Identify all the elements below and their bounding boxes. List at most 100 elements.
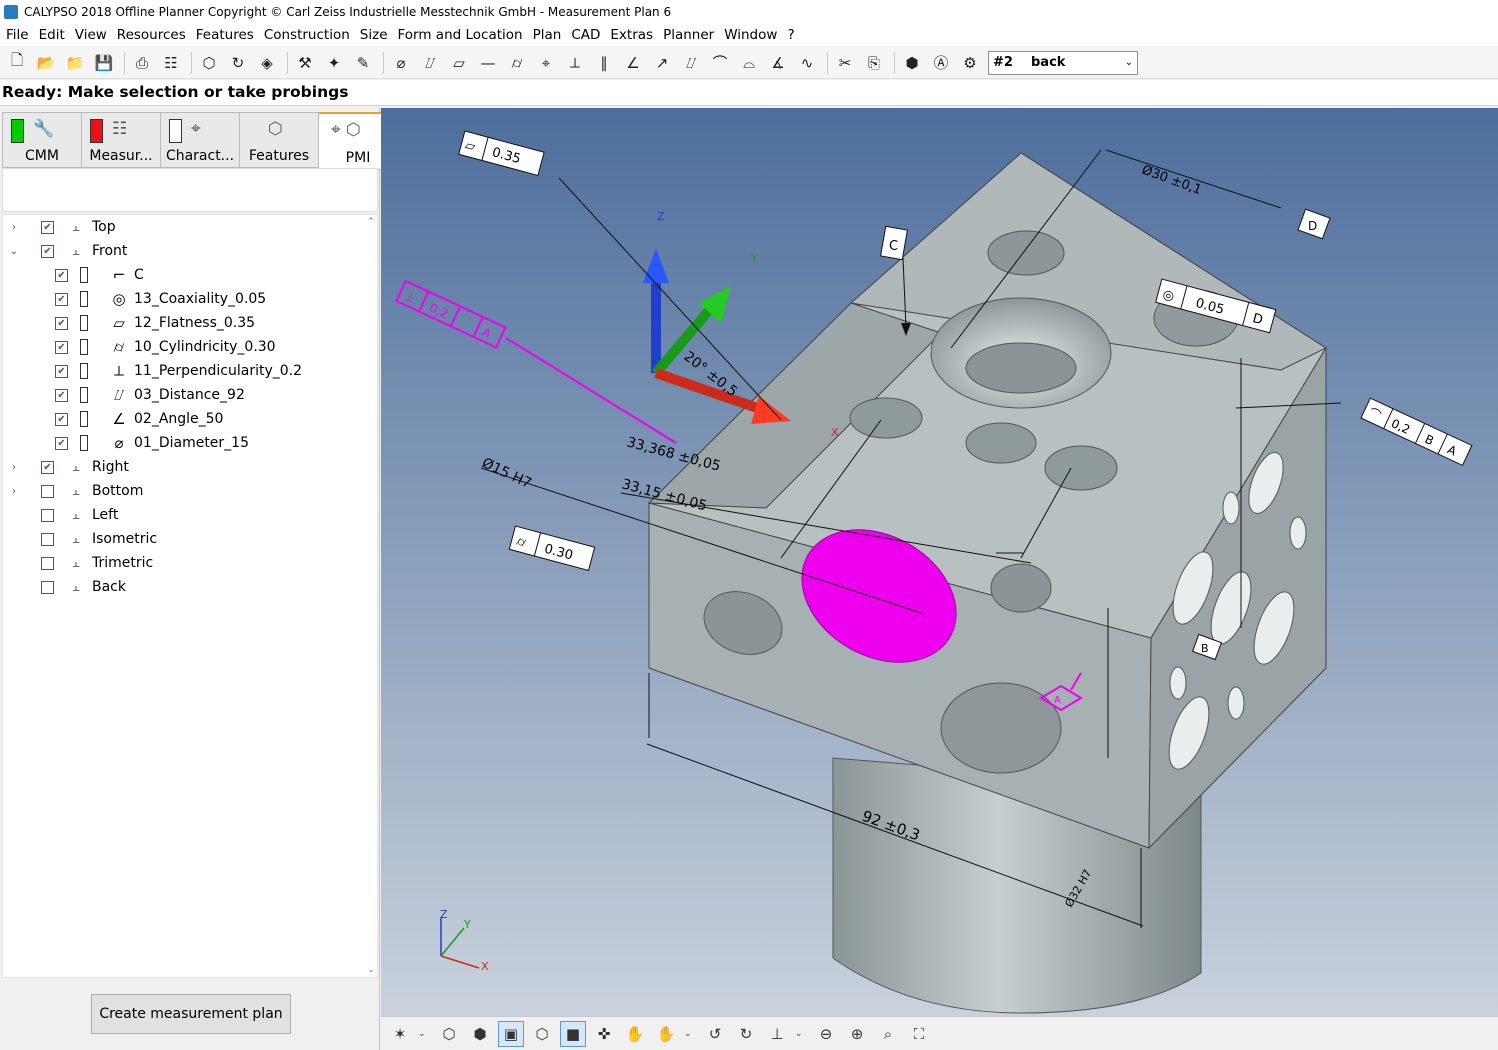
tree-scrollbar[interactable]: ⌃ ⌄ [365, 215, 377, 977]
open-recent-icon[interactable]: 📁 [64, 51, 86, 75]
feature-edit-icon[interactable]: ✎ [352, 51, 374, 75]
straightness-icon[interactable]: — [477, 51, 499, 75]
diameter-icon[interactable]: ⌀ [390, 51, 412, 75]
view-select[interactable]: #2 back ⌄ [988, 50, 1138, 75]
cylindricity-icon[interactable]: ⌭ [506, 51, 528, 75]
tree-child-coaxiality[interactable]: ✔ ◎ 13_Coaxiality_0.05 [3, 287, 266, 311]
shaded-mode-icon[interactable]: ▣ [498, 1020, 524, 1047]
curve-icon[interactable]: ∿ [796, 51, 818, 75]
tab-measurement[interactable]: ☷ Measur... [81, 112, 161, 168]
cad-add-icon[interactable]: ↻ [227, 51, 249, 75]
view-checkbox[interactable] [41, 580, 54, 594]
rotate-left-icon[interactable]: ↺ [702, 1021, 728, 1047]
zoom-fit-icon[interactable]: ⛶ [906, 1021, 932, 1047]
probe-icon[interactable]: ⚒ [294, 51, 316, 75]
rotate-right-icon[interactable]: ↻ [733, 1021, 759, 1047]
zoom-window-icon[interactable]: ⌕ [875, 1021, 901, 1047]
position-icon[interactable]: ⌖ [535, 51, 557, 75]
total-runout-icon[interactable]: ⌰ [680, 51, 702, 75]
pan-icon[interactable]: ✜ [591, 1021, 617, 1047]
chevron-down-icon[interactable]: ⌄ [1121, 57, 1137, 68]
flatness-icon[interactable]: ▱ [448, 51, 470, 75]
menu-features[interactable]: Features [192, 27, 260, 43]
view-checkbox[interactable] [41, 532, 54, 546]
tree-child-angle[interactable]: ✔ ∠ 02_Angle_50 [3, 407, 223, 431]
solid-mode-icon[interactable]: ■ [560, 1020, 586, 1047]
axis-view-icon[interactable]: ⊥ [764, 1021, 790, 1047]
tree-node-trimetric[interactable]: ⫠ Trimetric [3, 551, 153, 575]
tree-child-flatness[interactable]: ✔ ▱ 12_Flatness_0.35 [3, 311, 255, 335]
item-checkbox[interactable]: ✔ [55, 436, 68, 450]
view-checkbox[interactable] [41, 556, 54, 570]
view-checkbox[interactable] [41, 484, 54, 498]
menu-resources[interactable]: Resources [113, 27, 192, 43]
menu-planner[interactable]: Planner [659, 27, 720, 43]
tree-node-bottom[interactable]: › ⫠ Bottom [3, 479, 143, 503]
view-checkbox[interactable]: ✔ [41, 460, 54, 474]
menu-size[interactable]: Size [356, 27, 394, 43]
view-checkbox[interactable] [41, 508, 54, 522]
tree-child-distance[interactable]: ✔ ⌰ 03_Distance_92 [3, 383, 245, 407]
feature-recognition-icon[interactable]: ✦ [323, 51, 345, 75]
hidden-line-icon[interactable]: ⬢ [467, 1021, 493, 1047]
chevron-down-icon[interactable]: ⌄ [365, 965, 377, 975]
menu-construction[interactable]: Construction [260, 27, 356, 43]
view-checkbox[interactable]: ✔ [41, 220, 54, 234]
chevron-right-icon[interactable]: › [7, 462, 21, 473]
item-checkbox[interactable]: ✔ [55, 292, 68, 306]
pmi-load-icon[interactable]: ⬢ [901, 51, 923, 75]
tree-node-left[interactable]: ⫠ Left [3, 503, 118, 527]
distance-icon[interactable]: ⌰ [419, 51, 441, 75]
delete-feature-icon[interactable]: ✂ [834, 51, 856, 75]
item-checkbox[interactable]: ✔ [55, 340, 68, 354]
zoom-in-icon[interactable]: ⊕ [844, 1021, 870, 1047]
item-checkbox[interactable]: ✔ [55, 388, 68, 402]
chevron-right-icon[interactable]: › [7, 486, 21, 497]
chevron-right-icon[interactable]: › [7, 222, 21, 233]
tree-node-right[interactable]: › ✔ ⫠ Right [3, 455, 129, 479]
tab-cmm[interactable]: 🔧 CMM [2, 112, 82, 168]
wireframe-mode-icon[interactable]: ⬡ [436, 1021, 462, 1047]
perpendicularity-icon[interactable]: ⟂ [564, 51, 586, 75]
save-icon[interactable]: 💾 [93, 51, 115, 75]
chevron-down-icon[interactable]: ⌄ [7, 246, 21, 257]
hand-icon[interactable]: ✋ [622, 1021, 648, 1047]
zoom-out-icon[interactable]: ⊖ [813, 1021, 839, 1047]
profile-line-icon[interactable]: ⌒ [709, 51, 731, 75]
select-mode-icon[interactable]: ✶ [387, 1021, 413, 1047]
item-checkbox[interactable]: ✔ [55, 412, 68, 426]
view-checkbox[interactable]: ✔ [41, 244, 54, 258]
menu-help[interactable]: ? [783, 27, 800, 43]
menu-cad[interactable]: CAD [567, 27, 606, 43]
chevron-down-icon[interactable]: ⌄ [795, 1029, 805, 1039]
menu-view[interactable]: View [71, 27, 113, 43]
cad-viewport[interactable]: Z Y X ▱ 0.35 ⌭ 0.30 ◎ 0.05 D ⌒ 0,2 B A C… [381, 108, 1498, 1016]
tree-node-back[interactable]: ⫠ Back [3, 575, 126, 599]
profile-surface-icon[interactable]: ⌓ [738, 51, 760, 75]
chevron-down-icon[interactable]: ⌄ [684, 1029, 694, 1039]
tree-node-front[interactable]: ⌄ ✔ ⫠ Front [3, 239, 128, 263]
menu-window[interactable]: Window [720, 27, 783, 43]
pmi-text-icon[interactable]: Ⓐ [930, 51, 952, 75]
menu-file[interactable]: File [2, 27, 35, 43]
tab-characteristics[interactable]: ⌖ Charact... [160, 112, 240, 168]
cad-scene[interactable]: Z Y X ▱ 0.35 ⌭ 0.30 ◎ 0.05 D ⌒ 0,2 B A C… [381, 108, 1498, 1016]
tree-child-datum-c[interactable]: ✔ ⌐ C [3, 263, 144, 287]
transparent-mode-icon[interactable]: ⬡ [529, 1021, 555, 1047]
tree-child-perpendicularity[interactable]: ✔ ⟂ 11_Perpendicularity_0.2 [3, 359, 302, 383]
print-icon[interactable]: ⎙ [131, 51, 153, 75]
rotate-xyz-icon[interactable]: ✋ [653, 1021, 679, 1047]
tree-child-diameter[interactable]: ✔ ⌀ 01_Diameter_15 [3, 431, 249, 455]
cad-import-icon[interactable]: ⬡ [198, 51, 220, 75]
angle-icon[interactable]: ∡ [767, 51, 789, 75]
tree-child-cylindricity[interactable]: ✔ ⌭ 10_Cylindricity_0.30 [3, 335, 276, 359]
open-folder-icon[interactable]: 📂 [35, 51, 57, 75]
tree-node-isometric[interactable]: ⫠ Isometric [3, 527, 157, 551]
report-icon[interactable]: ☷ [160, 51, 182, 75]
angularity-icon[interactable]: ∠ [622, 51, 644, 75]
menu-extras[interactable]: Extras [606, 27, 659, 43]
menu-edit[interactable]: Edit [35, 27, 71, 43]
item-checkbox[interactable]: ✔ [55, 364, 68, 378]
runout-icon[interactable]: ↗ [651, 51, 673, 75]
item-checkbox[interactable]: ✔ [55, 316, 68, 330]
